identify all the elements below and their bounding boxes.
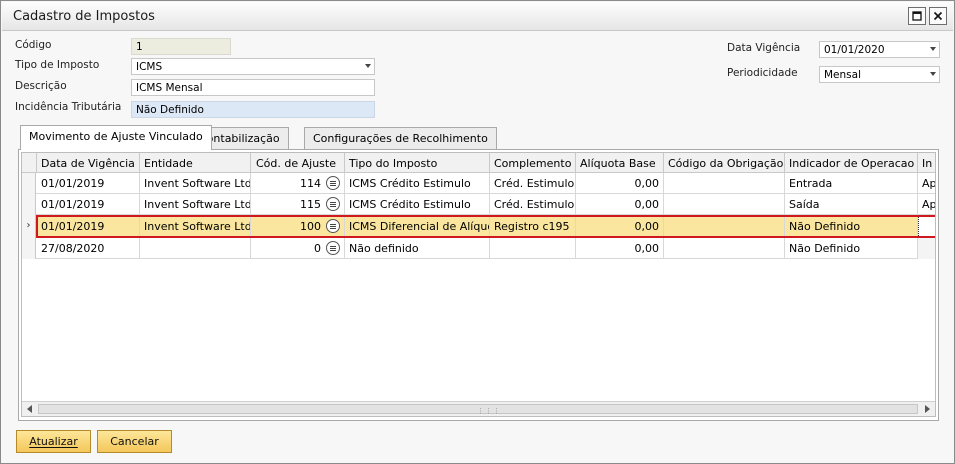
cell-codigo-obrigacao[interactable]: [664, 194, 785, 215]
chevron-down-icon: [930, 47, 936, 51]
row-indicator[interactable]: [22, 173, 36, 194]
scroll-left-icon[interactable]: [27, 405, 32, 413]
tipo-imposto-dropdown[interactable]: ICMS: [131, 58, 375, 75]
column-header[interactable]: Tipo do Imposto: [345, 153, 490, 173]
column-header[interactable]: Data de Vigência: [37, 153, 140, 173]
cancelar-button[interactable]: Cancelar: [97, 430, 172, 453]
cell-entidade[interactable]: [140, 238, 251, 259]
descricao-value: ICMS Mensal: [136, 82, 203, 94]
table-row-selected[interactable]: › 01/01/2019 Invent Software Ltda 100 IC…: [22, 215, 935, 238]
cell-complemento[interactable]: Registro c195: [490, 215, 576, 238]
cell-indicador-operacao[interactable]: Não Definido: [785, 238, 918, 259]
data-vigencia-label: Data Vigência: [727, 42, 801, 54]
selected-row-marker[interactable]: ›: [22, 215, 36, 238]
cell-cod-ajuste[interactable]: 114: [251, 173, 325, 194]
title-bar: Cadastro de Impostos: [2, 2, 953, 31]
periodicidade-value: Mensal: [824, 69, 861, 81]
window-title: Cadastro de Impostos: [13, 9, 155, 24]
row-indicator[interactable]: [22, 194, 36, 215]
close-icon[interactable]: [929, 7, 947, 25]
maximize-icon[interactable]: [908, 7, 926, 25]
chevron-down-icon: [930, 72, 936, 76]
horizontal-scrollbar[interactable]: ⋮⋮⋮: [22, 401, 935, 416]
cell-indicador-operacao[interactable]: Saída: [785, 194, 918, 215]
periodicidade-label: Periodicidade: [727, 67, 798, 79]
incidencia-value: Não Definido: [136, 104, 204, 116]
column-header[interactable]: Cód. de Ajuste: [251, 153, 345, 173]
chevron-down-icon: [365, 64, 371, 68]
tipo-imposto-label: Tipo de Imposto: [15, 59, 100, 71]
cell-data-vigencia[interactable]: 01/01/2019: [37, 173, 140, 194]
cell-complemento[interactable]: Créd. Estimulo: [490, 194, 576, 215]
cell-codigo-obrigacao[interactable]: [664, 215, 785, 238]
cell-entidade[interactable]: Invent Software Ltda: [140, 194, 251, 215]
table-row[interactable]: 01/01/2019 Invent Software Ltda 114 ICMS…: [22, 173, 935, 194]
cell-tipo-imposto[interactable]: ICMS Crédito Estimulo: [345, 173, 490, 194]
tab-configuracoes-recolhimento[interactable]: Configurações de Recolhimento: [304, 127, 497, 149]
cell-extra[interactable]: [918, 215, 935, 238]
cell-indicador-operacao[interactable]: Não Definido: [785, 215, 918, 238]
data-vigencia-value: 01/01/2020: [824, 44, 885, 56]
cell-cod-ajuste[interactable]: 115: [251, 194, 325, 215]
cell-entidade[interactable]: Invent Software Ltda: [140, 173, 251, 194]
cell-codigo-obrigacao[interactable]: [664, 238, 785, 259]
scroll-right-icon[interactable]: [925, 405, 930, 413]
table-row[interactable]: 01/01/2019 Invent Software Ltda 115 ICMS…: [22, 194, 935, 215]
cell-tipo-imposto[interactable]: ICMS Diferencial de Alíquota: [345, 215, 490, 238]
atualizar-button[interactable]: Atualizar: [16, 430, 91, 453]
column-header[interactable]: Entidade: [140, 153, 251, 173]
cell-tipo-imposto[interactable]: Não definido: [345, 238, 490, 259]
adjustments-grid: Data de Vigência Entidade Cód. de Ajuste…: [21, 152, 936, 417]
row-header-corner: [22, 153, 37, 173]
descricao-input[interactable]: ICMS Mensal: [131, 79, 375, 96]
cell-aliquota-base[interactable]: 0,00: [576, 173, 664, 194]
tipo-imposto-value: ICMS: [136, 61, 163, 73]
cell-complemento[interactable]: [490, 238, 576, 259]
cancelar-label: Cancelar: [110, 435, 159, 448]
descricao-label: Descrição: [15, 80, 67, 92]
atualizar-label: Atualizar: [29, 435, 78, 448]
column-header[interactable]: Indicador de Operacao: [785, 153, 918, 173]
column-header[interactable]: Complemento: [490, 153, 576, 173]
cell-aliquota-base[interactable]: 0,00: [576, 215, 664, 238]
cell-data-vigencia[interactable]: 01/01/2019: [37, 215, 140, 238]
cell-data-vigencia[interactable]: 01/01/2019: [37, 194, 140, 215]
column-header[interactable]: Código da Obrigação: [664, 153, 785, 173]
cell-data-vigencia[interactable]: 27/08/2020: [37, 238, 140, 259]
cell-extra[interactable]: Ap: [918, 194, 935, 215]
codigo-field: 1: [131, 38, 231, 55]
tab-movimento-ajuste[interactable]: Movimento de Ajuste Vinculado: [20, 125, 212, 150]
row-indicator[interactable]: [22, 238, 36, 259]
cod-ajuste-divider: [325, 215, 345, 238]
tax-registration-window: Cadastro de Impostos Código 1 Tipo de Im…: [0, 0, 955, 464]
cell-codigo-obrigacao[interactable]: [664, 173, 785, 194]
cod-ajuste-divider: [325, 194, 345, 215]
cell-aliquota-base[interactable]: 0,00: [576, 238, 664, 259]
cell-cod-ajuste[interactable]: 100: [251, 215, 325, 238]
scroll-thumb[interactable]: ⋮⋮⋮: [38, 404, 918, 415]
incidencia-label: Incidência Tributária: [15, 101, 122, 113]
cell-extra[interactable]: [918, 238, 935, 259]
incidencia-field[interactable]: Não Definido: [131, 101, 375, 118]
cod-ajuste-divider: [325, 238, 345, 259]
data-vigencia-dropdown[interactable]: 01/01/2020: [819, 41, 940, 58]
codigo-value: 1: [136, 41, 143, 53]
column-header[interactable]: Alíquota Base: [576, 153, 664, 173]
grip-icon: ⋮⋮⋮: [477, 407, 501, 415]
column-header[interactable]: In: [918, 153, 935, 173]
cell-indicador-operacao[interactable]: Entrada: [785, 173, 918, 194]
cell-extra[interactable]: Ap: [918, 173, 935, 194]
table-row[interactable]: 27/08/2020 0 Não definido 0,00 Não Defin…: [22, 238, 935, 259]
cod-ajuste-divider: [325, 173, 345, 194]
cell-cod-ajuste[interactable]: 0: [251, 238, 325, 259]
grid-header: Data de Vigência Entidade Cód. de Ajuste…: [22, 153, 935, 173]
periodicidade-dropdown[interactable]: Mensal: [819, 66, 940, 83]
codigo-label: Código: [15, 39, 52, 51]
cell-tipo-imposto[interactable]: ICMS Crédito Estimulo: [345, 194, 490, 215]
cell-entidade[interactable]: Invent Software Ltda: [140, 215, 251, 238]
cell-complemento[interactable]: Créd. Estimulo: [490, 173, 576, 194]
cell-aliquota-base[interactable]: 0,00: [576, 194, 664, 215]
